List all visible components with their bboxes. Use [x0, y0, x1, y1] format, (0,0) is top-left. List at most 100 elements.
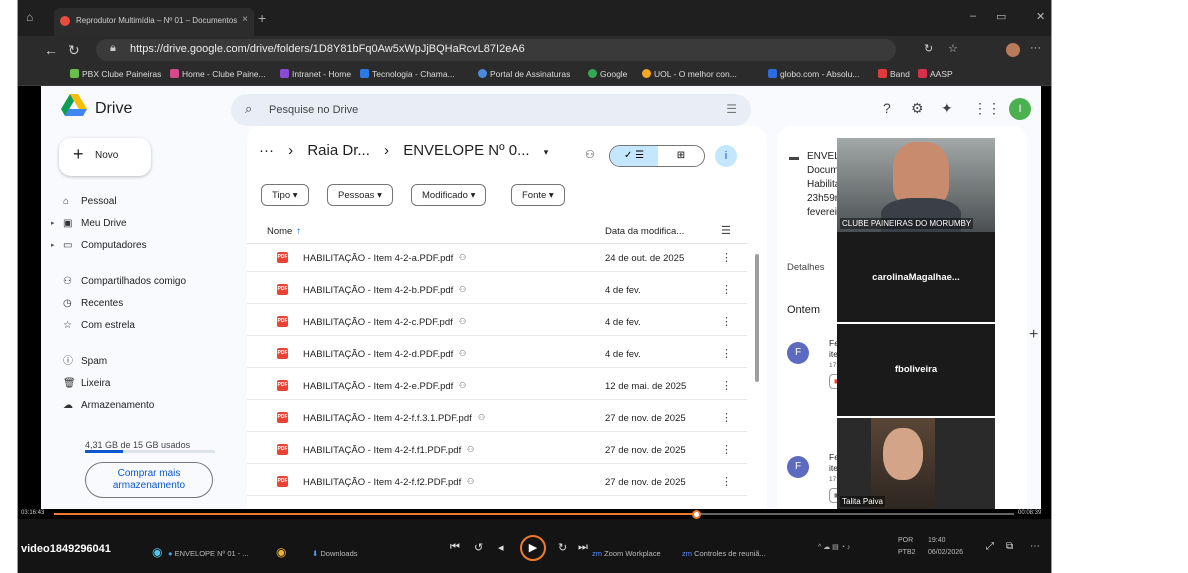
clock-time[interactable]: 19:40 — [928, 537, 946, 544]
account-avatar[interactable]: I — [1009, 98, 1031, 120]
minimize-icon[interactable]: – — [970, 10, 976, 22]
sidebar-item-computadores[interactable]: ▸ ▭ Computadores — [49, 236, 239, 256]
more-vert-icon[interactable]: ⋮ — [721, 475, 732, 488]
bookmark-item[interactable]: Portal de Assinaturas — [478, 69, 570, 79]
more-vert-icon[interactable]: ⋮ — [721, 283, 732, 296]
more-vert-icon[interactable]: ⋮ — [721, 251, 732, 264]
breadcrumb-parent[interactable]: Raia Dr... — [307, 142, 370, 159]
expand-caret-icon[interactable]: ▸ — [51, 214, 55, 234]
column-date[interactable]: Data da modifica... — [605, 226, 684, 237]
url-bar[interactable]: 🔒︎ https://drive.google.com/drive/folder… — [96, 39, 896, 61]
more-vert-icon[interactable]: ⋮ — [721, 379, 732, 392]
more-options-icon[interactable]: ⋯ — [1030, 541, 1040, 552]
sidebar-item-spam[interactable]: ⓘ Spam — [49, 352, 239, 372]
expand-caret-icon[interactable]: ▸ — [51, 236, 55, 256]
sidebar-item-recentes[interactable]: ◷ Recentes — [49, 294, 239, 314]
reload-icon[interactable]: ↻ — [68, 42, 80, 59]
breadcrumb-current[interactable]: ENVELOPE Nº 0... — [403, 142, 529, 159]
sidebar-item-armazenamento[interactable]: ☁ Armazenamento — [49, 396, 239, 416]
bookmark-item[interactable]: Tecnologia - Chama... — [360, 69, 455, 79]
table-row[interactable]: PDF HABILITAÇÃO - Item 4-2-a.PDF.pdf ⚇ 24 d… — [247, 244, 747, 272]
taskbar-item[interactable]: zm Controles de reuniã... — [682, 549, 766, 558]
browser-icon[interactable]: ◉ — [276, 545, 286, 559]
new-tab-button[interactable]: + — [258, 10, 266, 26]
pip-icon[interactable]: ⧉ — [1006, 541, 1013, 552]
close-tab-icon[interactable]: × — [242, 14, 248, 25]
taskbar-item[interactable]: ⬇ Downloads — [312, 549, 358, 558]
taskbar-item[interactable]: zm Zoom Workplace — [592, 549, 661, 558]
more-vert-icon[interactable]: ⋮ — [721, 411, 732, 424]
browser-tab[interactable]: Reprodutor Multimídia – Nº 01 – Document… — [54, 8, 254, 36]
keyboard-language[interactable]: POR — [898, 537, 913, 544]
table-row[interactable]: PDF HABILITAÇÃO - Item 4-2-b.PDF.pdf ⚇ 4 de… — [247, 276, 747, 304]
next-icon[interactable]: ⏭ — [578, 541, 588, 554]
table-row[interactable]: PDF HABILITAÇÃO - Item 4-2-c.PDF.pdf ⚇ 4 de… — [247, 308, 747, 336]
bookmark-item[interactable]: Google — [588, 69, 627, 79]
view-toggle[interactable]: ✓ ☰ ⊞ — [609, 145, 705, 167]
add-icon[interactable]: + — [1029, 326, 1038, 344]
info-icon[interactable]: i — [715, 145, 737, 167]
favorites-icon[interactable]: ☆ — [948, 42, 958, 55]
breadcrumb-ellipsis[interactable]: ··· — [259, 142, 274, 159]
previous-icon[interactable]: ⏮ — [450, 541, 460, 554]
bookmark-item[interactable]: PBX Clube Paineiras — [70, 69, 161, 79]
taskbar-item[interactable]: ● ENVELOPE Nº 01 - ... — [168, 549, 249, 558]
sidebar-item-meu-drive[interactable]: ▸ ▣ Meu Drive — [49, 214, 239, 234]
new-button[interactable]: + Novo — [59, 138, 151, 176]
sidebar-item-pessoal[interactable]: ⌂ Pessoal — [49, 192, 239, 212]
bookmark-item[interactable]: UOL - O melhor con... — [642, 69, 737, 79]
table-row[interactable]: PDF HABILITAÇÃO - Item 4-2-d.PDF.pdf ⚇ 4 de… — [247, 340, 747, 368]
bookmark-item[interactable]: globo.com - Absolu... — [768, 69, 859, 79]
filter-chip-tipo[interactable]: Tipo ▾ — [261, 184, 309, 206]
filter-chip-modificado[interactable]: Modificado ▾ — [411, 184, 487, 206]
expand-icon[interactable]: ⤢ — [986, 541, 994, 552]
rewind-icon[interactable]: ↺ — [474, 541, 483, 554]
more-menu-icon[interactable]: ··· — [1030, 42, 1041, 54]
close-window-icon[interactable]: ✕ — [1036, 10, 1045, 23]
play-button[interactable]: ▶ — [520, 535, 546, 561]
sidebar-item-com-estrela[interactable]: ☆ Com estrela — [49, 316, 239, 336]
apps-grid-icon[interactable]: ⋮⋮ — [973, 100, 1001, 117]
table-row[interactable]: PDF HABILITAÇÃO - Item 4-2-e.PDF.pdf ⚇ 12 d… — [247, 372, 747, 400]
help-icon[interactable]: ? — [883, 100, 891, 116]
tab-detalhes[interactable]: Detalhes — [787, 262, 825, 273]
more-vert-icon[interactable]: ⋮ — [721, 443, 732, 456]
forward-icon[interactable]: ↻ — [558, 541, 567, 554]
search-options-icon[interactable]: ☰ — [726, 102, 737, 116]
seek-bar[interactable]: 03:16:43 00:08:39 — [18, 509, 1051, 519]
list-view-icon[interactable]: ✓ ☰ — [610, 146, 658, 166]
more-vert-icon[interactable]: ⋮ — [721, 347, 732, 360]
keyboard-layout[interactable]: PTB2 — [898, 549, 916, 556]
gemini-icon[interactable]: ✦ — [941, 100, 953, 117]
filter-chip-pessoas[interactable]: Pessoas ▾ — [327, 184, 393, 206]
table-row[interactable]: PDF HABILITAÇÃO - Item 4-2-f.f2.PDF.pdf ⚇ 2… — [247, 468, 747, 496]
more-vert-icon[interactable]: ⋮ — [721, 315, 732, 328]
buy-storage-button[interactable]: Comprar mais armazenamento — [85, 462, 213, 498]
chevron-down-icon[interactable]: ▾ — [544, 147, 549, 157]
step-back-icon[interactable]: ◂ — [498, 541, 504, 554]
sidebar-item-lixeira[interactable]: 🗑︎ Lixeira — [49, 374, 239, 394]
grid-view-icon[interactable]: ⊞ — [658, 146, 704, 166]
bookmark-item[interactable]: AASP — [918, 69, 953, 79]
table-row[interactable]: PDF HABILITAÇÃO - Item 4-2-f.f1.PDF.pdf ⚇ 2… — [247, 436, 747, 464]
search-input[interactable]: ⌕ Pesquise no Drive ☰ — [231, 94, 751, 126]
refresh-icon[interactable]: ↻ — [924, 42, 933, 55]
column-name[interactable]: Nome ↑ — [267, 226, 301, 237]
sort-options-icon[interactable]: ☰ — [721, 224, 731, 237]
bookmark-item[interactable]: Home - Clube Paine... — [170, 69, 266, 79]
seek-handle[interactable] — [692, 510, 702, 519]
clock-date[interactable]: 06/02/2026 — [928, 549, 963, 556]
bookmark-item[interactable]: Intranet - Home — [280, 69, 351, 79]
settings-icon[interactable]: ⚙ — [911, 100, 924, 117]
start-icon[interactable]: ◉ — [152, 545, 162, 559]
shared-folder-icon[interactable]: ⚇ — [585, 148, 595, 161]
bookmark-item[interactable]: Band — [878, 69, 910, 79]
system-tray-icons[interactable]: ^ ☁ ▤ ◔ ♪ — [818, 543, 850, 551]
sort-up-arrow-icon[interactable]: ↑ — [296, 226, 301, 237]
restore-icon[interactable]: ▭ — [996, 10, 1006, 23]
home-icon[interactable]: ⌂ — [26, 10, 33, 24]
sidebar-item-compartilhados[interactable]: ⚇ Compartilhados comigo — [49, 272, 239, 292]
back-arrow-icon[interactable]: ← — [44, 42, 58, 58]
profile-avatar[interactable] — [1006, 43, 1020, 57]
filter-chip-fonte[interactable]: Fonte ▾ — [511, 184, 565, 206]
